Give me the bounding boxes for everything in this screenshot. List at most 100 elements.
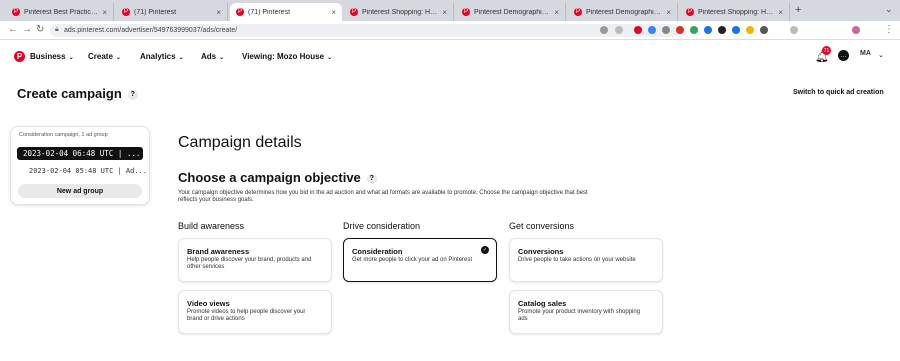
card-description: Promote your product inventory with shop… [518,309,641,322]
nav-label: Viewing: Mozo House [242,52,325,61]
pinterest-favicon-icon: P [236,8,244,16]
pinterest-header: P Business ⌄ Create ⌄ Analytics ⌄ Ads ⌄ View… [0,41,900,71]
tab-label: (71) Pinterest [134,8,177,16]
extension-icon[interactable] [746,26,754,34]
close-icon[interactable]: × [216,8,221,17]
campaign-structure-panel: Consideration campaign, 1 ad group 2023-… [10,126,150,205]
pinterest-favicon-icon: P [574,8,582,16]
pinterest-favicon-icon: P [12,8,20,16]
browser-tab[interactable]: P Pinterest Demographics: Fast × [568,3,678,21]
tab-label: Pinterest Best Practices: Exel [24,8,99,16]
nav-viewing-account[interactable]: Viewing: Mozo House ⌄ [242,52,332,61]
messages-icon[interactable]: … [838,50,849,61]
ad-group-item[interactable]: 2023-02-04 05:48 UTC | Ad... [29,167,147,175]
new-ad-group-button[interactable]: New ad group [18,184,142,198]
tab-search-icon[interactable]: ⌄ [885,4,893,15]
card-title: Catalog sales [518,299,567,308]
chevron-down-icon: ⌄ [115,55,121,61]
objective-title: Choose a campaign objective? [178,170,377,185]
new-tab-button[interactable]: + [795,4,801,16]
browser-tab-active[interactable]: P (71) Pinterest × [230,3,342,21]
objective-card-video-views[interactable]: Video views Promote videos to help peopl… [178,290,332,334]
url-text: ads.pinterest.com/advertiser/54976399903… [64,27,238,34]
puzzle-icon[interactable] [790,26,798,34]
avatar[interactable]: MA [860,50,871,57]
tab-label: Pinterest Demographics: Fast [586,8,663,16]
extension-icon[interactable] [662,26,670,34]
bookmark-star-icon[interactable] [615,26,623,34]
objective-card-conversions[interactable]: Conversions Drive people to take actions… [509,238,663,282]
extension-icon[interactable] [690,26,698,34]
chevron-down-icon: ⌄ [327,55,333,61]
browser-tab[interactable]: P Pinterest Shopping: How to S × [344,3,454,21]
card-description: Help people discover your brand, product… [187,257,312,270]
objective-card-consideration[interactable]: Consideration Get more people to click y… [343,238,497,282]
reload-icon[interactable]: ↻ [36,24,44,35]
nav-create[interactable]: Create ⌄ [88,52,121,61]
card-title: Conversions [518,247,564,256]
card-title: Brand awareness [187,247,250,256]
card-description: Promote videos to help people discover y… [187,309,306,322]
objective-description: Your campaign objective determines how y… [178,190,588,203]
nav-ads[interactable]: Ads ⌄ [201,52,224,61]
nav-label: Business [30,52,66,61]
chevron-down-icon[interactable]: ⌄ [878,51,884,59]
browser-tab[interactable]: P Pinterest Best Practices: Exel × [6,3,114,21]
extension-icon[interactable] [704,26,712,34]
extension-icon[interactable] [648,26,656,34]
pinterest-favicon-icon: P [350,8,358,16]
url-field[interactable]: 🔒︎ ads.pinterest.com/advertiser/54976399… [50,24,680,37]
extension-icon[interactable] [634,26,642,34]
close-icon[interactable]: × [554,8,559,17]
card-description: Get more people to click your ad on Pint… [352,257,473,263]
nav-analytics[interactable]: Analytics ⌄ [140,52,184,61]
nav-label: Analytics [140,52,176,61]
extension-icon[interactable] [676,26,684,34]
notification-badge: 71 [822,46,831,55]
extension-icon[interactable] [732,26,740,34]
objective-card-brand-awareness[interactable]: Brand awareness Help people discover you… [178,238,332,282]
tab-label: Pinterest Demographics: Fast [474,8,551,16]
card-title: Video views [187,299,230,308]
browser-tab[interactable]: P Pinterest Demographics: Fast × [456,3,566,21]
close-icon[interactable]: × [331,8,336,17]
share-icon[interactable] [600,26,608,34]
card-description: Drive people to take actions on your web… [518,257,636,263]
pinterest-favicon-icon: P [462,8,470,16]
campaign-meta: Consideration campaign, 1 ad group [19,132,108,138]
close-icon[interactable]: × [666,8,671,17]
kebab-menu-icon[interactable]: ⋮ [884,24,894,35]
column-heading-build-awareness: Build awareness [178,221,245,231]
objective-card-catalog-sales[interactable]: Catalog sales Promote your product inven… [509,290,663,334]
address-bar-row: ← → ↻ 🔒︎ ads.pinterest.com/advertiser/54… [0,21,900,40]
close-icon[interactable]: × [442,8,447,17]
close-icon[interactable]: × [102,8,107,17]
nav-label: Ads [201,52,217,61]
browser-tab[interactable]: P (71) Pinterest × [116,3,228,21]
campaign-item-selected[interactable]: 2023-02-04 06:48 UTC | ... [17,147,143,160]
extension-icon[interactable] [760,26,768,34]
chevron-down-icon: ⌄ [68,55,74,61]
back-icon[interactable]: ← [8,24,18,35]
browser-tab[interactable]: P Pinterest Shopping: How to S × [680,3,790,21]
close-icon[interactable]: × [778,8,783,17]
pinterest-favicon-icon: P [686,8,694,16]
page-title: Create campaign? [17,86,138,101]
switch-to-quick-ad-creation-link[interactable]: Switch to quick ad creation [793,89,884,96]
profile-avatar-icon[interactable] [852,26,860,34]
nav-business[interactable]: Business ⌄ [30,52,74,61]
extension-icon[interactable] [718,26,726,34]
help-icon[interactable]: ? [366,173,377,184]
tab-label: Pinterest Shopping: How to S [362,8,439,16]
help-icon[interactable]: ? [127,89,138,100]
nav-label: Create [88,52,113,61]
browser-tab-bar: P Pinterest Best Practices: Exel × P (71… [0,0,900,21]
forward-icon[interactable]: → [22,24,32,35]
page-title-text: Create campaign [17,86,122,101]
column-heading-drive-consideration: Drive consideration [343,221,421,231]
pinterest-favicon-icon: P [122,8,130,16]
checkmark-icon: ✓ [481,246,489,254]
tab-label: (71) Pinterest [248,8,291,16]
pinterest-logo-icon[interactable]: P [14,51,25,62]
card-title: Consideration [352,247,403,256]
